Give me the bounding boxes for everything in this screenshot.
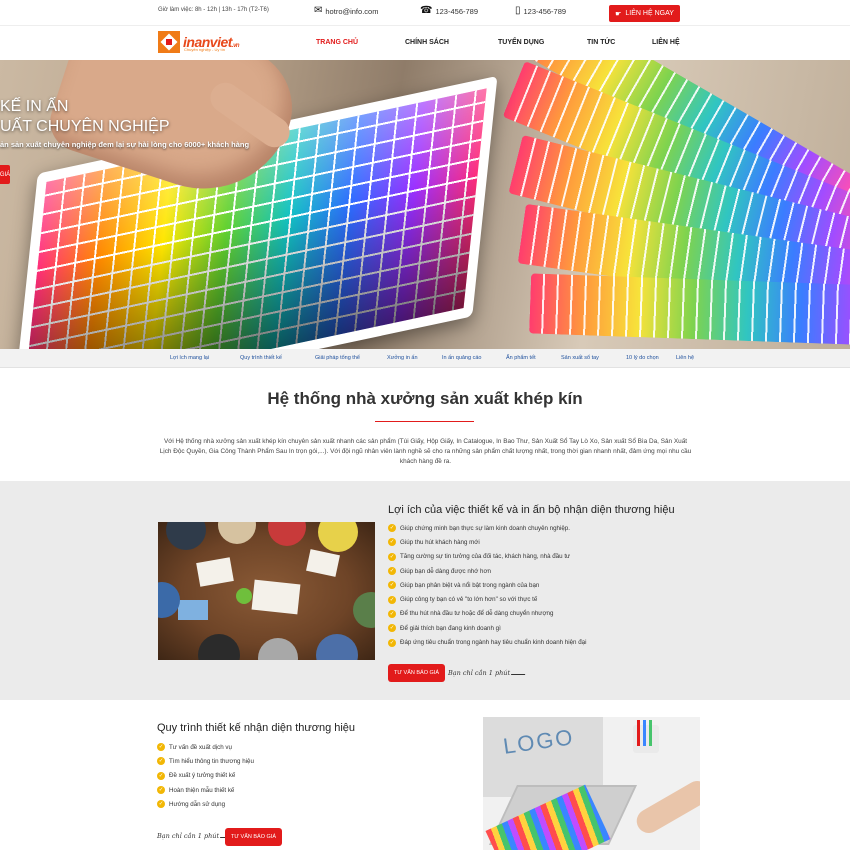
check-icon: ✓ (388, 595, 396, 604)
list-item: ✓ Để giải thích bạn đang kinh doanh gì (388, 624, 501, 633)
logo-tagline: Chuyên nghiệp - Uy tín (184, 47, 225, 52)
list-item: ✓ Giúp chứng minh bạn thực sự làm kinh do… (388, 524, 570, 533)
logo-design-desk-image: LOGO (483, 717, 700, 850)
subnav-item-benefits[interactable]: Lợi ích mang lại (170, 355, 209, 361)
subnav-item-contact[interactable]: Liên hệ (676, 355, 694, 361)
subnav-item-advertising[interactable]: In ấn quảng cáo (442, 355, 481, 361)
check-icon: ✓ (388, 538, 396, 547)
check-icon: ✓ (388, 552, 396, 561)
color-swatch-fan-image (470, 60, 850, 349)
check-icon: ✓ (157, 771, 165, 780)
list-item: ✓ Giúp thu hút khách hàng mới (388, 538, 480, 547)
section-subnav: Lợi ích mang lại Quy trình thiết kế Giải… (0, 349, 850, 368)
hero-button[interactable]: Giá (0, 165, 10, 184)
email-text: hotro@info.com (325, 6, 379, 16)
check-icon: ✓ (388, 609, 396, 618)
check-icon: ✓ (157, 800, 165, 809)
check-icon: ✓ (157, 757, 165, 766)
subnav-item-solutions[interactable]: Giải pháp tổng thể (315, 355, 360, 361)
site-logo[interactable]: inanviet.vn Chuyên nghiệp - Uy tín (158, 30, 248, 54)
list-item: ✓ Tìm hiểu thông tin thương hiệu (157, 757, 254, 766)
list-item: ✓ Đáp ứng tiêu chuẩn trong ngành hay tiêu… (388, 638, 587, 647)
process-list: ✓ Tư vấn đề xuất dịch vụ ✓ Tìm hiểu thông … (157, 740, 254, 811)
check-icon: ✓ (388, 581, 396, 590)
working-hours: Giờ làm việc: 8h - 12h | 13h - 17h (T2-T… (158, 7, 269, 13)
process-quote-button[interactable]: TƯ VẤN BÁO GIÁ (225, 828, 282, 846)
hero-title-line-1: KẾ IN ẤN (0, 98, 69, 115)
hero-banner: KẾ IN ẤN UẤT CHUYÊN NGHIỆP ản sản xuất c… (0, 60, 850, 349)
phone-icon: ☎ (420, 5, 433, 16)
subnav-item-notebook[interactable]: Sản xuất sổ tay (561, 355, 599, 361)
list-item: ✓ Giúp bạn dễ dàng được nhớ hơn (388, 567, 491, 576)
phone-text: 123-456-789 (435, 6, 479, 16)
mobile-text: 123-456-789 (523, 6, 567, 16)
contact-now-button[interactable]: ☛ LIÊN HỆ NGAY (609, 5, 680, 22)
hero-title-line-2: UẤT CHUYÊN NGHIỆP (0, 118, 170, 135)
intro-text: Với Hệ thống nhà xưởng sản xuất khép kín… (159, 438, 692, 465)
one-minute-note: Bạn chỉ cần 1 phút (157, 832, 237, 840)
check-icon: ✓ (388, 524, 396, 533)
check-icon: ✓ (388, 567, 396, 576)
list-item: ✓ Để thu hút nhà đầu tư hoặc để dễ dàng c… (388, 609, 554, 618)
process-title: Quy trình thiết kế nhận diện thương hiệu (157, 722, 356, 734)
check-icon: ✓ (157, 743, 165, 752)
list-item: ✓ Tư vấn đề xuất dịch vụ (157, 743, 232, 752)
team-meeting-image (158, 522, 375, 660)
check-icon: ✓ (157, 786, 165, 795)
one-minute-note: Bạn chỉ cần 1 phút (448, 669, 528, 677)
title-underline (375, 421, 474, 422)
mobile-contact[interactable]: ▯ 123-456-789 (515, 6, 566, 16)
mobile-icon: ▯ (515, 5, 521, 16)
hero-subtitle: ản sản xuất chuyên nghiệp đem lại sự hài… (0, 140, 250, 149)
main-header: inanviet.vn Chuyên nghiệp - Uy tín TRANG… (0, 26, 850, 60)
benefits-list: ✓ Giúp chứng minh bạn thực sự làm kinh do… (388, 521, 586, 650)
subnav-item-workshop[interactable]: Xưởng in ấn (387, 355, 418, 361)
check-icon: ✓ (388, 638, 396, 647)
list-item: ✓ Hoàn thiện mẫu thiết kế (157, 786, 235, 795)
contact-now-label: LIÊN HỆ NGAY (625, 10, 674, 17)
top-bar: Giờ làm việc: 8h - 12h | 13h - 17h (T2-T… (0, 0, 850, 26)
check-icon: ✓ (388, 624, 396, 633)
list-item: ✓ Giúp bạn phân biệt và nổi bật trong ngà… (388, 581, 540, 590)
nav-news[interactable]: TIN TỨC (587, 39, 615, 46)
subnav-item-reasons[interactable]: 10 lý do chọn (626, 355, 659, 361)
nav-recruitment[interactable]: TUYỂN DỤNG (498, 39, 544, 46)
list-item: ✓ Đề xuất ý tưởng thiết kế (157, 771, 236, 780)
logo-mark-icon (158, 31, 180, 53)
benefits-section: Lợi ích của việc thiết kế và in ấn bộ nh… (0, 481, 850, 700)
nav-policy[interactable]: CHÍNH SÁCH (405, 39, 449, 46)
list-item: ✓ Giúp công ty bạn có vẻ "to lớn hơn" so … (388, 595, 538, 604)
quote-button[interactable]: TƯ VẤN BÁO GIÁ (388, 664, 445, 682)
intro-title: Hệ thống nhà xưởng sản xuất khép kín (267, 389, 583, 408)
subnav-item-process[interactable]: Quy trình thiết kế (240, 355, 282, 361)
envelope-icon: ✉ (314, 5, 323, 16)
nav-contact[interactable]: LIÊN HỆ (652, 39, 680, 46)
nav-home[interactable]: TRANG CHỦ (316, 39, 358, 46)
hand-icon: ☛ (615, 10, 622, 18)
subnav-item-tet[interactable]: Ấn phẩm tết (506, 355, 536, 361)
benefits-title: Lợi ích của việc thiết kế và in ấn bộ nh… (388, 504, 675, 516)
list-item: ✓ Hướng dẫn sử dụng (157, 800, 226, 809)
phone-contact[interactable]: ☎ 123-456-789 (420, 6, 478, 16)
email-contact[interactable]: ✉ hotro@info.com (314, 6, 378, 16)
list-item: ✓ Tăng cường sự tin tưởng của đối tác, kh… (388, 552, 571, 561)
